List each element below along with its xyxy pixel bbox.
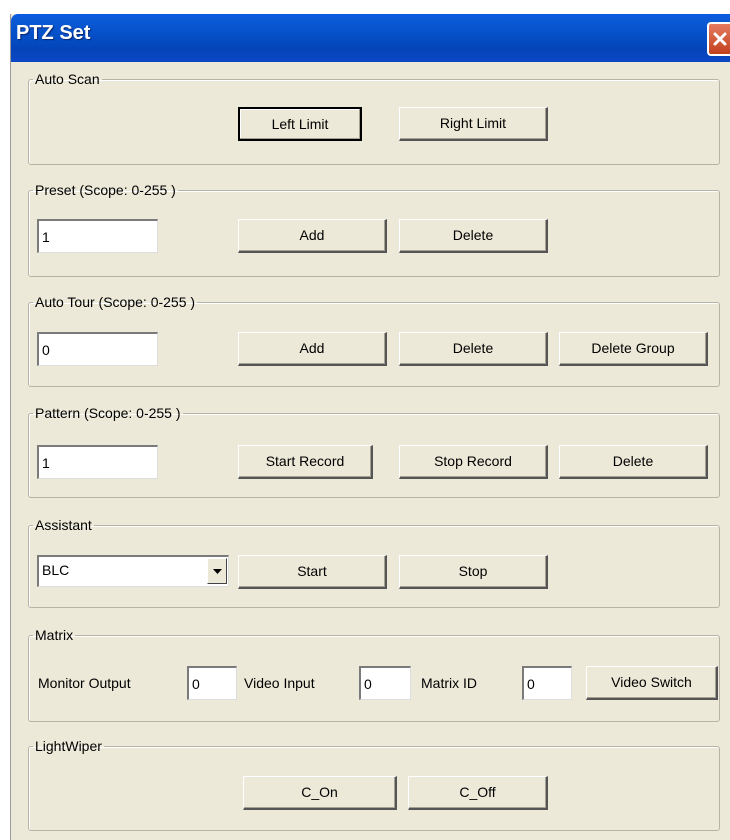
pattern-legend: Pattern (Scope: 0-255 )	[35, 405, 181, 421]
video-switch-button[interactable]: Video Switch	[586, 666, 718, 700]
start-record-button[interactable]: Start Record	[238, 445, 373, 479]
assistant-dropdown-button[interactable]	[207, 558, 227, 584]
close-icon	[713, 32, 727, 46]
window-title: PTZ Set	[16, 22, 91, 44]
matrix-id-input[interactable]	[522, 666, 572, 700]
chevron-down-icon	[213, 569, 222, 574]
c-on-button[interactable]: C_On	[243, 776, 397, 810]
preset-legend: Preset (Scope: 0-255 )	[35, 182, 176, 198]
assistant-legend: Assistant	[35, 517, 92, 533]
auto-tour-delete-button[interactable]: Delete	[399, 332, 548, 366]
assistant-start-button[interactable]: Start	[238, 555, 387, 589]
assistant-selected-value: BLC	[42, 562, 70, 578]
right-limit-button[interactable]: Right Limit	[399, 107, 548, 141]
preset-number-input[interactable]	[37, 219, 158, 253]
auto-tour-delete-group-button[interactable]: Delete Group	[559, 332, 708, 366]
preset-add-button[interactable]: Add	[238, 219, 387, 253]
matrix-legend: Matrix	[35, 627, 74, 643]
pattern-number-input[interactable]	[37, 445, 158, 479]
lightwiper-legend: LightWiper	[35, 738, 102, 754]
pattern-delete-button[interactable]: Delete	[559, 445, 708, 479]
matrix-id-label: Matrix ID	[421, 675, 477, 691]
monitor-output-label: Monitor Output	[38, 675, 131, 691]
video-input-input[interactable]	[359, 666, 411, 700]
auto-scan-group: Auto Scan	[28, 71, 720, 165]
close-button[interactable]	[707, 22, 730, 56]
c-off-button[interactable]: C_Off	[408, 776, 548, 810]
monitor-output-input[interactable]	[187, 666, 237, 700]
assistant-select[interactable]: BLC	[37, 555, 229, 587]
video-input-label: Video Input	[244, 675, 315, 691]
preset-delete-button[interactable]: Delete	[399, 219, 548, 253]
left-limit-button[interactable]: Left Limit	[238, 107, 362, 141]
auto-tour-legend: Auto Tour (Scope: 0-255 )	[35, 294, 196, 310]
auto-tour-add-button[interactable]: Add	[238, 332, 387, 366]
stop-record-button[interactable]: Stop Record	[399, 445, 548, 479]
auto-tour-number-input[interactable]	[37, 332, 158, 366]
assistant-stop-button[interactable]: Stop	[399, 555, 548, 589]
title-bar[interactable]: PTZ Set	[11, 14, 730, 62]
auto-scan-legend: Auto Scan	[35, 71, 100, 87]
ptz-set-dialog: PTZ Set Auto Scan Left Limit Right Limit…	[10, 14, 730, 840]
